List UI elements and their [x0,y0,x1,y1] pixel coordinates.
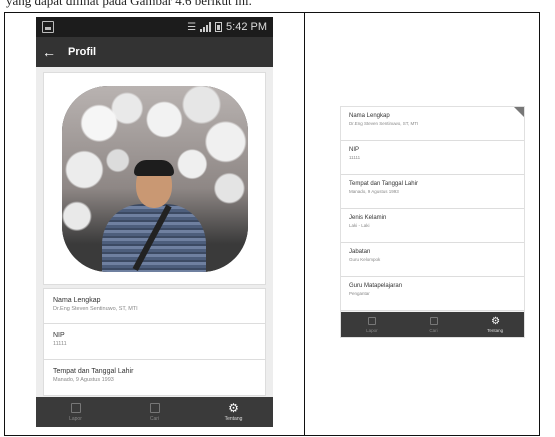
field-value: Dr.Eng Steven Sentinuwo, ST, MTI [349,121,419,126]
field-value: Manado, 9 Agustus 1993 [349,189,399,194]
nav-label: Tentang [487,327,504,333]
profile-photo-card [43,72,266,285]
nav-label: Cari [429,327,438,333]
figure-divider [304,12,305,436]
nav-cari[interactable]: Cari [115,397,194,427]
calendar-icon [429,316,438,325]
field-label: Tempat dan Tanggal Lahir [53,368,134,375]
signal-icon [200,22,212,32]
profile-content[interactable]: Nama Lengkap Dr.Eng Steven Sentinuwo, ST… [36,67,273,397]
arrow-left-icon[interactable]: ← [42,44,56,60]
nav-tentang[interactable]: ⚙ Tentang [194,397,273,427]
field-label: Jabatan [349,249,371,255]
field-value: Guru Kelompok [349,257,381,262]
field-label: Guru Matapelajaran [349,283,403,289]
field-nama-lengkap: Nama Lengkap Dr.Eng Steven Sentinuwo, ST… [341,107,524,141]
field-guru-matapelajaran: Guru Matapelajaran Pengantar [341,277,524,311]
field-nip: NIP 11111 [341,141,524,175]
gear-icon: ⚙ [228,400,239,415]
nav-lapor[interactable]: Lapor [341,312,403,337]
field-jenis-kelamin: Jenis Kelamin Laki - Laki [341,209,524,243]
battery-icon [215,22,223,32]
field-tempat-tanggal-lahir: Tempat dan Tanggal Lahir Manado, 9 Agust… [43,360,266,396]
nav-lapor[interactable]: Lapor [36,397,115,427]
field-label: Tempat dan Tanggal Lahir [349,181,418,187]
field-label: NIP [53,332,65,339]
profile-screen-top: ☰ 5:42 PM ← Profil Nama Lengkap Dr.Eng S… [36,17,273,427]
nav-tentang[interactable]: ⚙ Tentang [464,312,524,337]
field-jabatan: Jabatan Guru Kelompok [341,243,524,277]
field-tempat-tanggal-lahir: Tempat dan Tanggal Lahir Manado, 9 Agust… [341,175,524,209]
profile-photo [61,85,248,272]
status-time: 5:42 PM [226,21,267,33]
page-title: Profil [68,46,97,58]
wifi-icon: ☰ [187,21,197,33]
nav-label: Cari [149,415,160,422]
gear-icon: ⚙ [491,315,501,327]
field-label: Jenis Kelamin [349,215,387,221]
profile-screen-scrolled[interactable]: Nama Lengkap Dr.Eng Steven Sentinuwo, ST… [340,106,525,338]
bottom-nav: Lapor Cari ⚙ Tentang [341,312,524,337]
status-bar: ☰ 5:42 PM [36,17,273,37]
field-label: Nama Lengkap [349,113,390,119]
calendar-icon [149,402,160,413]
field-value: Pengantar [349,291,370,296]
field-label: Nama Lengkap [53,297,101,304]
field-nama-lengkap: Nama Lengkap Dr.Eng Steven Sentinuwo, ST… [43,288,266,324]
screenshot-notification-icon [42,21,54,33]
field-value: Manado, 9 Agustus 1993 [53,377,114,383]
field-label: NIP [349,147,360,153]
field-value: 11111 [53,341,67,347]
field-value: Dr.Eng Steven Sentinuwo, ST, MTI [53,306,138,312]
edit-icon [70,402,81,413]
nav-label: Tentang [224,415,243,422]
document-caption: yang dapat dilihat pada Gambar 4.6 berik… [6,0,252,8]
nav-label: Lapor [366,327,378,333]
field-nip: NIP 11111 [43,324,266,360]
edit-icon [367,316,376,325]
scroll-indicator [514,107,524,117]
field-value: Laki - Laki [349,223,370,228]
field-value: 11111 [349,155,361,160]
bottom-nav: Lapor Cari ⚙ Tentang [36,397,273,427]
nav-cari[interactable]: Cari [403,312,465,337]
nav-label: Lapor [69,415,82,422]
app-bar: ← Profil [36,37,273,67]
